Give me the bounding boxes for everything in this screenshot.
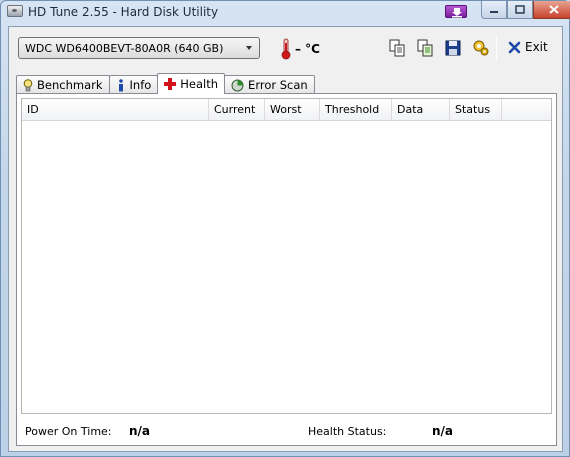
save-icon — [445, 40, 461, 56]
smart-table[interactable]: ID Current Worst Threshold Data Status — [21, 98, 552, 414]
maximize-icon — [515, 5, 525, 14]
copy-icon — [389, 39, 405, 57]
tab-health-label: Health — [180, 77, 219, 91]
tab-bar: Benchmark Info Health Error Scan — [16, 73, 315, 94]
tab-benchmark-label: Benchmark — [37, 78, 103, 92]
thermometer-icon — [281, 38, 291, 60]
minimize-icon — [490, 10, 498, 13]
app-disk-icon — [7, 5, 23, 17]
temperature-readout: – °C — [295, 42, 320, 56]
benchmark-bulb-icon — [23, 78, 33, 91]
client-area: WDC WD6400BEVT-80A0R (640 GB) – °C Exit … — [8, 26, 563, 452]
close-icon — [549, 5, 559, 14]
caption-buttons — [481, 1, 570, 19]
column-header-current[interactable]: Current — [209, 99, 265, 121]
exit-x-icon — [508, 41, 521, 53]
window-title: HD Tune 2.55 - Hard Disk Utility — [28, 5, 219, 19]
health-panel: ID Current Worst Threshold Data Status P… — [16, 93, 557, 446]
toolbar-actions — [387, 38, 491, 58]
status-bar: Power On Time: n/a Health Status: n/a — [17, 418, 556, 442]
tab-health[interactable]: Health — [157, 73, 226, 94]
tab-info[interactable]: Info — [108, 75, 159, 94]
error-scan-icon — [231, 79, 244, 91]
copy-all-icon — [417, 39, 433, 57]
drive-dropdown[interactable]: WDC WD6400BEVT-80A0R (640 GB) — [18, 37, 260, 59]
column-header-worst[interactable]: Worst — [265, 99, 320, 121]
options-button[interactable] — [471, 38, 491, 58]
options-icon — [473, 40, 489, 56]
save-button[interactable] — [443, 38, 463, 58]
power-on-time-value: n/a — [129, 424, 151, 438]
column-header-threshold[interactable]: Threshold — [320, 99, 392, 121]
tab-error-scan-label: Error Scan — [248, 78, 308, 92]
minimize-button[interactable] — [481, 1, 507, 19]
exit-label: Exit — [525, 40, 548, 54]
drive-dropdown-value: WDC WD6400BEVT-80A0R (640 GB) — [25, 42, 224, 55]
power-on-time-label: Power On Time: — [25, 425, 112, 438]
tab-info-label: Info — [129, 78, 152, 92]
maximize-button[interactable] — [507, 1, 533, 19]
tab-error-scan[interactable]: Error Scan — [224, 75, 315, 94]
tab-benchmark[interactable]: Benchmark — [16, 75, 110, 94]
exit-button[interactable]: Exit — [508, 40, 548, 54]
title-bar[interactable]: HD Tune 2.55 - Hard Disk Utility — [1, 1, 570, 23]
health-status-value: n/a — [432, 424, 454, 438]
column-header-id[interactable]: ID — [22, 99, 209, 121]
download-arrow-icon[interactable] — [445, 5, 467, 18]
column-header-data[interactable]: Data — [392, 99, 450, 121]
health-cross-icon — [164, 78, 177, 90]
app-window: HD Tune 2.55 - Hard Disk Utility WDC WD6… — [0, 0, 570, 457]
column-header-filler — [502, 99, 551, 121]
info-icon — [118, 78, 123, 91]
close-button[interactable] — [533, 1, 570, 19]
copy-all-button[interactable] — [415, 38, 435, 58]
column-header-status[interactable]: Status — [450, 99, 502, 121]
table-header: ID Current Worst Threshold Data Status — [22, 99, 551, 121]
toolbar-separator — [496, 37, 497, 61]
copy-button[interactable] — [387, 38, 407, 58]
health-status-label: Health Status: — [308, 425, 387, 438]
chevron-down-icon — [246, 46, 252, 50]
